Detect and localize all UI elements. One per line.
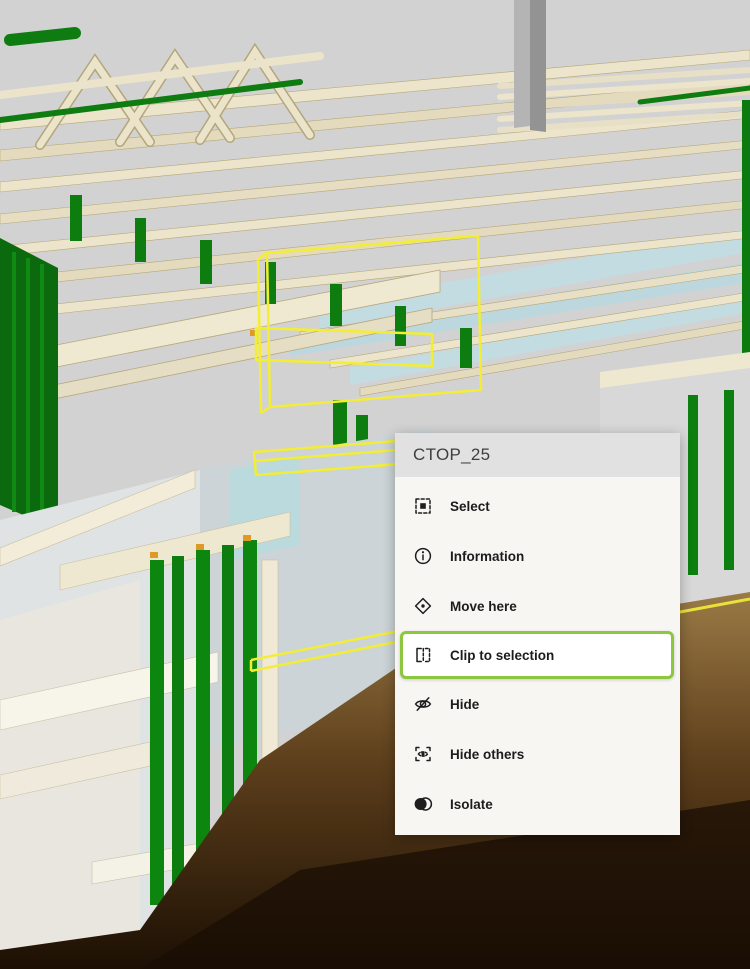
- select-icon: [413, 496, 433, 516]
- menu-item-select[interactable]: Select: [395, 481, 680, 531]
- move-here-icon: [413, 596, 433, 616]
- hide-icon: [413, 694, 433, 714]
- context-menu-items: Select Information Move here: [395, 477, 680, 835]
- context-menu-title: CTOP_25: [395, 433, 680, 477]
- menu-item-hide[interactable]: Hide: [395, 679, 680, 729]
- menu-item-label: Clip to selection: [450, 648, 554, 663]
- menu-item-label: Hide: [450, 697, 479, 712]
- context-menu: CTOP_25 Select Information: [395, 433, 680, 835]
- concrete-column: [514, 0, 546, 132]
- menu-item-label: Information: [450, 549, 524, 564]
- menu-item-label: Hide others: [450, 747, 524, 762]
- left-green-wall: [0, 238, 58, 530]
- menu-item-information[interactable]: Information: [395, 531, 680, 581]
- bim-viewer: CTOP_25 Select Information: [0, 0, 750, 969]
- menu-item-isolate[interactable]: Isolate: [395, 779, 680, 829]
- menu-item-label: Select: [450, 499, 490, 514]
- menu-item-clip-to-selection[interactable]: Clip to selection: [400, 631, 674, 679]
- information-icon: [413, 546, 433, 566]
- menu-item-move-here[interactable]: Move here: [395, 581, 680, 631]
- menu-item-label: Isolate: [450, 797, 493, 812]
- clip-icon: [413, 645, 433, 665]
- menu-item-label: Move here: [450, 599, 517, 614]
- hide-others-icon: [413, 744, 433, 764]
- isolate-icon: [413, 794, 433, 814]
- menu-item-hide-others[interactable]: Hide others: [395, 729, 680, 779]
